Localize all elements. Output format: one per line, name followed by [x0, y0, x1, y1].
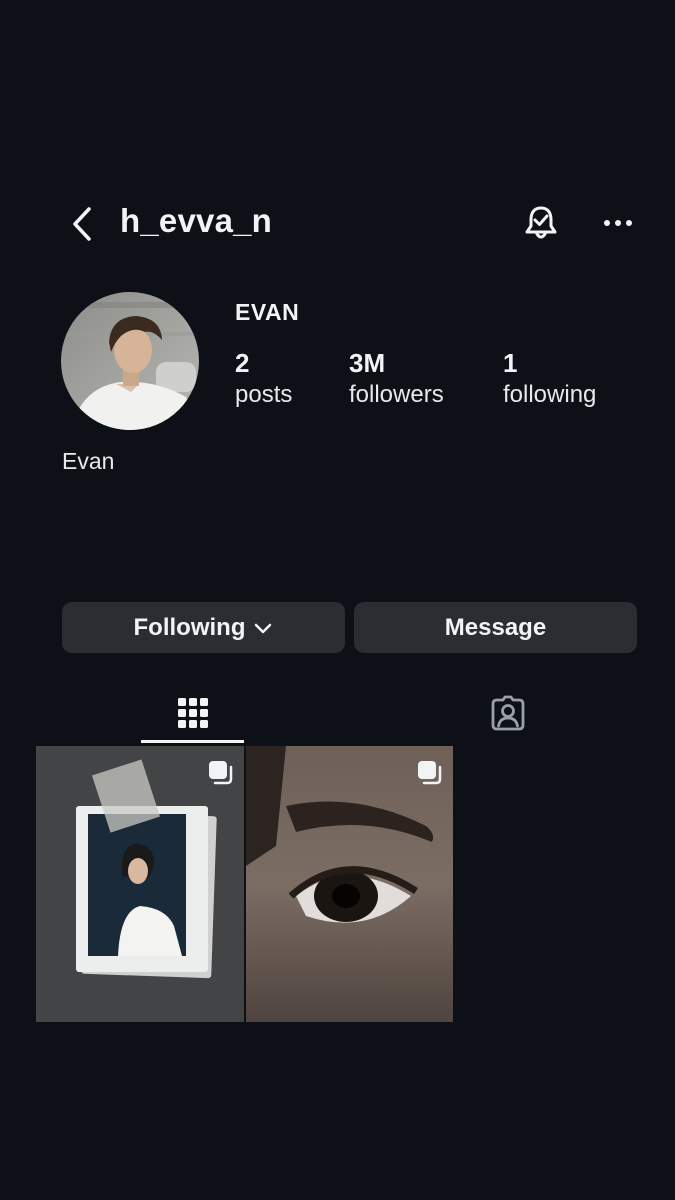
back-button[interactable]	[64, 204, 100, 244]
post-thumbnail[interactable]	[246, 746, 453, 1022]
post-thumbnail[interactable]	[36, 746, 244, 1022]
tab-tagged[interactable]	[456, 684, 559, 742]
following-label: following	[503, 381, 597, 408]
following-button[interactable]: Following	[62, 602, 345, 653]
display-name: EVAN	[235, 299, 300, 325]
more-horizontal-icon	[604, 220, 632, 226]
profile-username: h_evva_n	[120, 202, 273, 239]
following-count[interactable]: 1 following	[503, 346, 596, 410]
posts-label: posts	[235, 381, 293, 408]
followers-value: 3M	[349, 348, 386, 378]
posts-value: 2	[235, 348, 250, 378]
followers-count[interactable]: 3M followers	[349, 346, 444, 410]
bell-check-icon	[525, 206, 557, 239]
multiple-images-icon	[209, 761, 233, 785]
following-button-label: Following	[133, 613, 246, 641]
multiple-images-icon	[418, 761, 442, 785]
posts-count[interactable]: 2 posts	[235, 346, 292, 410]
message-button[interactable]: Message	[354, 602, 637, 653]
tab-posts-grid[interactable]	[141, 684, 244, 742]
followers-label: followers	[349, 381, 444, 408]
more-options-button[interactable]	[600, 208, 636, 238]
tagged-person-icon	[491, 695, 524, 731]
bio-text: Evan	[62, 448, 115, 474]
avatar[interactable]	[61, 292, 199, 430]
following-value: 1	[503, 348, 518, 378]
chevron-down-icon	[255, 623, 272, 633]
chevron-left-icon	[73, 207, 91, 241]
active-tab-indicator	[141, 740, 244, 743]
message-button-label: Message	[444, 613, 547, 641]
grid-icon	[177, 698, 208, 728]
notifications-button[interactable]	[520, 202, 562, 244]
